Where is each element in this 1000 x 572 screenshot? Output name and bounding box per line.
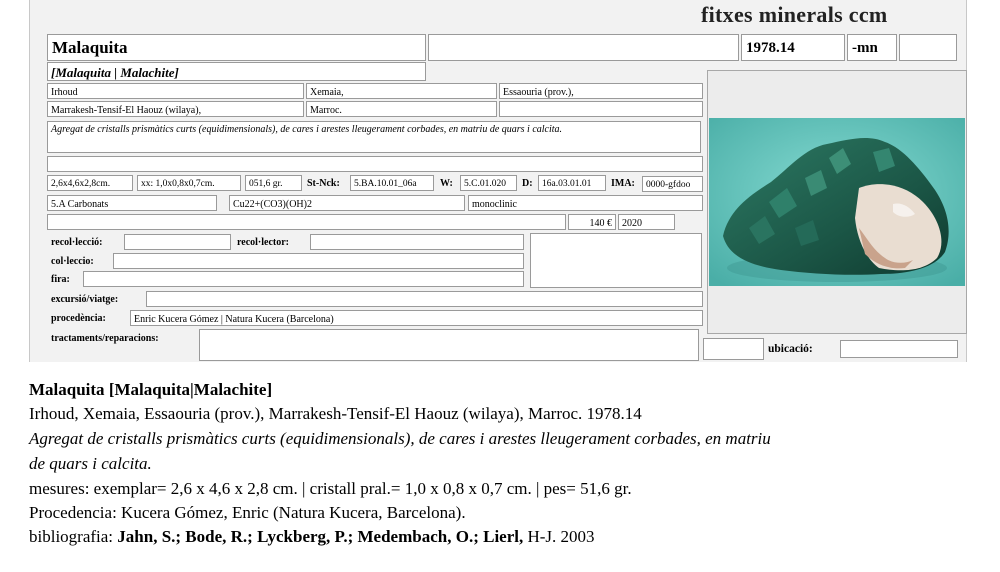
size-field[interactable]: 2,6x4,6x2,8cm. bbox=[47, 175, 133, 191]
tractaments-label: tractaments/reparacions: bbox=[51, 333, 159, 344]
summary-measures: mesures: exemplar= 2,6 x 4,6 x 2,8 cm. |… bbox=[29, 479, 632, 498]
stnck-field[interactable]: 5.BA.10.01_06a bbox=[350, 175, 434, 191]
misc-field[interactable] bbox=[47, 214, 566, 230]
colleccio-field[interactable] bbox=[113, 253, 524, 269]
weight-field[interactable]: 051,6 gr. bbox=[245, 175, 302, 191]
summary-title: Malaquita [Malaquita|Malachite] bbox=[29, 378, 272, 402]
w-field[interactable]: 5.C.01.020 bbox=[460, 175, 517, 191]
recoleccio-field[interactable] bbox=[124, 234, 231, 250]
excursio-field[interactable] bbox=[146, 291, 703, 307]
fira-field[interactable] bbox=[83, 271, 524, 287]
name-field[interactable]: Malaquita bbox=[47, 34, 426, 61]
name-extra-field[interactable] bbox=[428, 34, 739, 61]
side-box[interactable] bbox=[530, 233, 702, 288]
ubicacio-label: ubicació: bbox=[768, 343, 813, 355]
price-field[interactable]: 140 € bbox=[568, 214, 616, 230]
synonyms-field[interactable]: [Malaquita | Malachite] bbox=[47, 62, 426, 81]
tractaments-field[interactable] bbox=[199, 329, 699, 361]
summary-bibliography: bibliografia: Jahn, S.; Bode, R.; Lyckbe… bbox=[29, 525, 595, 549]
summary-description-1: Agregat de cristalls prismàtics curts (e… bbox=[29, 429, 771, 448]
summary-name: Malaquita bbox=[29, 380, 105, 399]
year-field[interactable]: 2020 bbox=[618, 214, 675, 230]
locality-field[interactable]: Irhoud bbox=[47, 83, 304, 99]
recolector-field[interactable] bbox=[310, 234, 524, 250]
summary-description-2: de quars i calcita. bbox=[29, 454, 152, 473]
biblio-rest: H-J. 2003 bbox=[527, 527, 595, 546]
fira-label: fira: bbox=[51, 274, 70, 285]
region-field[interactable]: Essaouria (prov.), bbox=[499, 83, 703, 99]
crystal-size-field[interactable]: xx: 1,0x0,8x0,7cm. bbox=[137, 175, 241, 191]
excursio-label: excursió/viatge: bbox=[51, 294, 119, 305]
extra-code-field[interactable] bbox=[899, 34, 957, 61]
d-label: D: bbox=[522, 178, 533, 189]
summary-synonyms: [Malaquita|Malachite] bbox=[108, 380, 273, 399]
procedencia-field[interactable]: Enric Kucera Gómez | Natura Kucera (Barc… bbox=[130, 310, 703, 326]
biblio-authors: Jahn, S.; Bode, R.; Lyckberg, P.; Medemb… bbox=[117, 527, 524, 546]
summary-locality: Irhoud, Xemaia, Essaouria (prov.), Marra… bbox=[29, 404, 642, 423]
ima-field[interactable]: 0000-gfdoo bbox=[642, 176, 703, 192]
country-extra-field[interactable] bbox=[499, 101, 703, 117]
system-field[interactable]: monoclinic bbox=[468, 195, 703, 211]
country-field[interactable]: Marroc. bbox=[306, 101, 497, 117]
suffix-field[interactable]: -mn bbox=[847, 34, 897, 61]
code-field[interactable]: 1978.14 bbox=[741, 34, 845, 61]
brand-title: fitxes minerals ccm bbox=[701, 2, 888, 27]
province-field[interactable]: Marrakesh-Tensif-El Haouz (wilaya), bbox=[47, 101, 304, 117]
notes-field[interactable] bbox=[47, 156, 703, 172]
w-label: W: bbox=[440, 178, 453, 189]
recoleccio-label: recol·lecció: bbox=[51, 237, 103, 248]
biblio-label: bibliografia: bbox=[29, 527, 114, 546]
summary-procedencia: Procedencia: Kucera Gómez, Enric (Natura… bbox=[29, 503, 466, 522]
recolector-label: recol·lector: bbox=[237, 237, 290, 248]
malachite-specimen-image bbox=[709, 118, 965, 286]
formula-field[interactable]: Cu22+(CO3)(OH)2 bbox=[229, 195, 465, 211]
description-field[interactable]: Agregat de cristalls prismàtics curts (e… bbox=[47, 121, 701, 153]
sublocality-field[interactable]: Xemaia, bbox=[306, 83, 497, 99]
ima-label: IMA: bbox=[611, 178, 635, 189]
specimen-photo bbox=[709, 118, 965, 286]
stnck-label: St-Nck: bbox=[307, 178, 340, 189]
d-field[interactable]: 16a.03.01.01 bbox=[538, 175, 606, 191]
procedencia-label: procedència: bbox=[51, 313, 106, 324]
class-field[interactable]: 5.A Carbonats bbox=[47, 195, 217, 211]
ubicacio-extra-field[interactable] bbox=[703, 338, 764, 360]
ubicacio-field[interactable] bbox=[840, 340, 958, 358]
colleccio-label: col·leccio: bbox=[51, 256, 94, 267]
